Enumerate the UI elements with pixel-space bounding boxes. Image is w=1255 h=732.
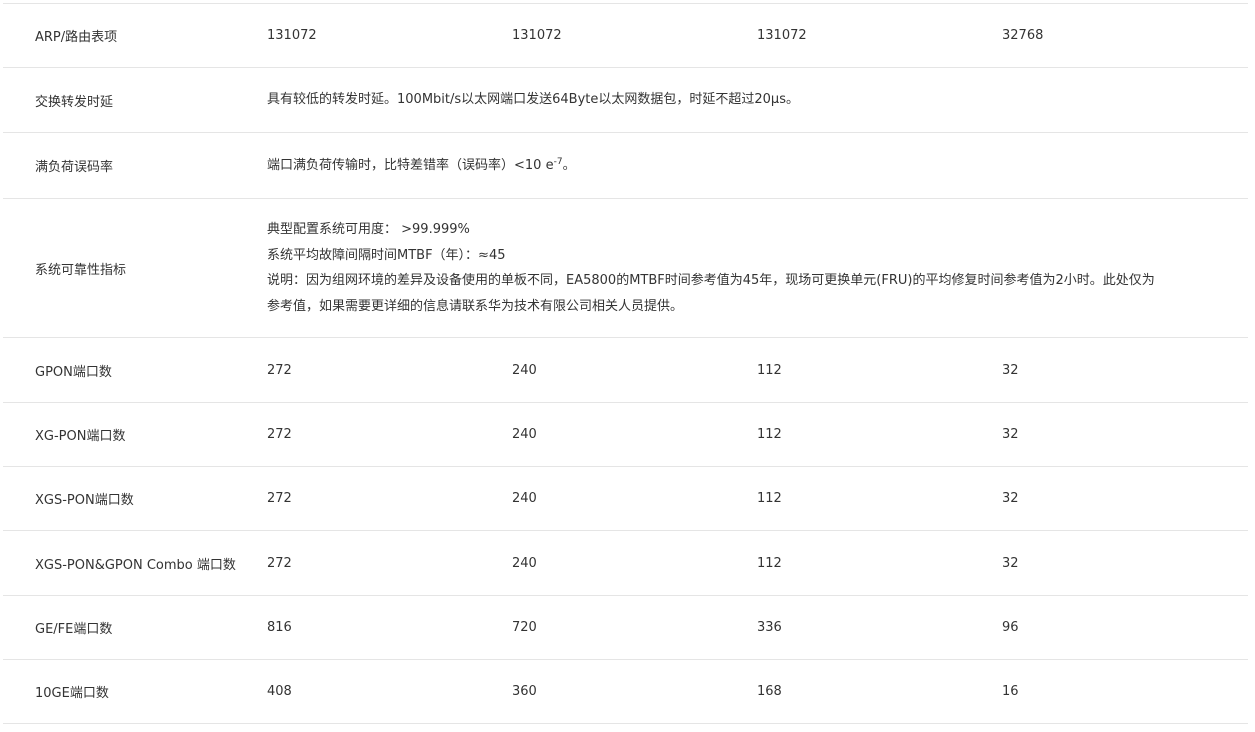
value-cell: 816 (267, 620, 292, 635)
value-cell: 32 (1002, 362, 1019, 378)
value-cell: 240 (512, 491, 537, 506)
value-cell: 336 (757, 620, 782, 635)
value-cell: 16 (1002, 684, 1019, 699)
row-label: XGS-PON端口数 (35, 493, 134, 508)
table-row-latency: 交换转发时延 具有较低的转发时延。100Mbit/s以太网端口发送64Byte以… (3, 68, 1248, 133)
value-cell: 96 (1002, 620, 1019, 635)
latency-text: 具有较低的转发时延。100Mbit/s以太网端口发送64Byte以太网数据包，时… (267, 92, 799, 108)
reliability-line: 典型配置系统可用度： >99.999% (267, 222, 470, 237)
row-label: XGS-PON&GPON Combo 端口数 (35, 557, 236, 573)
reliability-line: 系统平均故障间隔时间MTBF（年）：≈45 (267, 247, 506, 263)
table-row-10ge: 10GE端口数 408 360 168 16 (3, 660, 1248, 724)
value-cell: 32768 (1002, 28, 1044, 43)
value-cell: 408 (267, 684, 292, 699)
value-cell: 131072 (267, 28, 317, 43)
table-row-gpon: GPON端口数 272 240 112 32 (3, 338, 1248, 403)
value-cell: 272 (267, 427, 292, 442)
value-cell: 32 (1002, 555, 1019, 571)
ber-text-main: 端口满负荷传输时，比特差错率（误码率）<10 e (267, 157, 554, 173)
value-cell: 360 (512, 684, 537, 699)
value-cell: 240 (512, 427, 537, 442)
value-cell: 240 (512, 555, 537, 571)
table-row-gefe: GE/FE端口数 816 720 336 96 (3, 596, 1248, 660)
row-label: 交换转发时延 (35, 94, 114, 110)
value-cell: 168 (757, 684, 782, 699)
value-cell: 272 (267, 362, 292, 378)
ber-text-end: 。 (562, 157, 576, 173)
value-cell: 112 (757, 362, 782, 378)
table-row-xgpon: XG-PON端口数 272 240 112 32 (3, 403, 1248, 467)
table-row-arp: ARP/路由表项 131072 131072 131072 32768 (3, 4, 1248, 68)
table-row-ber: 满负荷误码率 端口满负荷传输时，比特差错率（误码率）<10 e-7。 (3, 133, 1248, 199)
table-row-xgspon: XGS-PON端口数 272 240 112 32 (3, 467, 1248, 531)
value-cell: 112 (757, 491, 782, 506)
value-cell: 112 (757, 555, 782, 571)
row-label: 10GE端口数 (35, 686, 109, 701)
table-row-combo: XGS-PON&GPON Combo 端口数 272 240 112 32 (3, 531, 1248, 596)
value-cell: 272 (267, 555, 292, 571)
value-cell: 272 (267, 491, 292, 506)
value-cell: 112 (757, 427, 782, 442)
value-cell: 131072 (512, 28, 562, 43)
reliability-text: 典型配置系统可用度： >99.999% 系统平均故障间隔时间MTBF（年）：≈4… (267, 217, 1167, 319)
value-cell: 240 (512, 362, 537, 378)
table-row-reliability: 系统可靠性指标 典型配置系统可用度： >99.999% 系统平均故障间隔时间MT… (3, 199, 1248, 338)
row-label: 满负荷误码率 (35, 160, 114, 175)
row-label: ARP/路由表项 (35, 30, 118, 45)
value-cell: 32 (1002, 427, 1019, 442)
reliability-line: 说明：因为组网环境的差异及设备使用的单板不同，EA5800的MTBF时间参考值为… (267, 273, 1155, 314)
value-cell: 32 (1002, 491, 1019, 506)
row-label: GE/FE端口数 (35, 622, 113, 637)
ber-text: 端口满负荷传输时，比特差错率（误码率）<10 e-7。 (267, 153, 1167, 179)
spec-table: ARP/路由表项 131072 131072 131072 32768 交换转发… (3, 3, 1248, 724)
row-label: 系统可靠性指标 (35, 262, 127, 278)
row-label: GPON端口数 (35, 364, 112, 380)
row-label: XG-PON端口数 (35, 429, 126, 444)
value-cell: 720 (512, 620, 537, 635)
ber-exponent: -7 (553, 156, 563, 167)
value-cell: 131072 (757, 28, 807, 43)
